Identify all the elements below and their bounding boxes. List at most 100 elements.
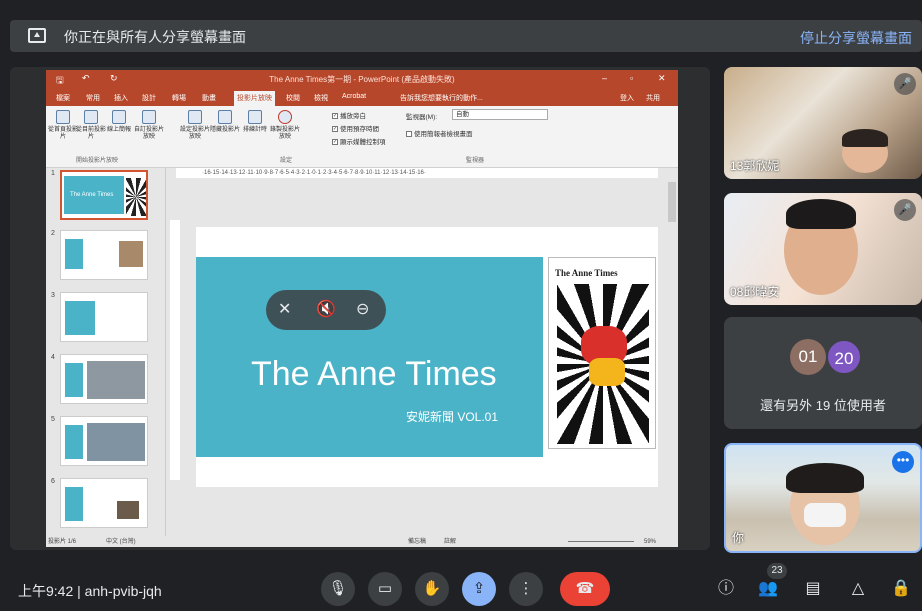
vertical-scrollbar[interactable] — [666, 168, 678, 536]
ppt-status-bar: 投影片 1/6 中文 (台灣) 備忘稿 註解 59% — [46, 537, 678, 547]
leave-call-button[interactable]: ☎ — [560, 572, 610, 606]
activities-button[interactable]: △ — [845, 576, 871, 602]
ribbon-tab[interactable]: 常用 — [86, 93, 100, 103]
group-label-setup: 設定 — [280, 158, 293, 164]
from-beginning-button[interactable]: 從首頁投影片 — [48, 110, 78, 140]
monitor-select[interactable]: 自動 — [452, 109, 548, 120]
checkbox-media-controls[interactable]: ✓ 顯示媒體控制項 — [332, 136, 386, 146]
mic-off-icon: 🎤 — [894, 73, 916, 95]
more-options-button[interactable]: ⋮ — [509, 572, 543, 606]
microphone-icon: 🎙 — [328, 580, 348, 597]
slide-thumb-6[interactable] — [60, 478, 148, 528]
lock-icon: 🔒 — [891, 580, 911, 597]
ribbon-tab[interactable]: 投影片放映 — [234, 91, 275, 106]
slide-thumbnails: 1 The Anne Times 2 3 4 5 6 — [46, 168, 166, 536]
host-controls-button[interactable]: 🔒 — [888, 576, 914, 602]
face-mask — [804, 503, 846, 527]
presentation-banner: 你正在與所有人分享螢幕畫面 停止分享螢幕畫面 — [10, 20, 922, 52]
tell-me-search[interactable]: 告訴我您想要執行的動作... — [400, 93, 483, 103]
ribbon-tab[interactable]: 動畫 — [202, 93, 216, 103]
present-button[interactable]: ⇪ — [462, 572, 496, 606]
slide-thumb-4[interactable] — [60, 354, 148, 404]
ribbon-tab[interactable]: 設計 — [142, 93, 156, 103]
hand-icon: ✋ — [422, 580, 442, 597]
ribbon-tab[interactable]: 插入 — [114, 93, 128, 103]
custom-slideshow-button[interactable]: 自訂投影片放映 — [134, 110, 164, 140]
ribbon-tab[interactable]: 轉場 — [172, 93, 186, 103]
cover-title: The Anne Times — [555, 268, 618, 278]
hide-slide-button[interactable]: 隱藏投影片 — [210, 110, 240, 140]
avatar: 01 — [790, 339, 826, 375]
avatar: 20 — [826, 339, 862, 375]
comments-button[interactable]: 註解 — [444, 537, 456, 547]
participant-name: 08邱暐安 — [730, 285, 780, 299]
sign-in-link[interactable]: 登入 — [620, 93, 634, 103]
self-view-tile[interactable]: ••• 你 — [724, 443, 922, 553]
slide-thumb-1[interactable]: The Anne Times — [60, 170, 148, 220]
cover-figure-yellow — [589, 358, 625, 386]
rehearse-timings-button[interactable]: 排練計時 — [242, 110, 268, 140]
ribbon-tab[interactable]: 檢視 — [314, 93, 328, 103]
custom-icon — [142, 110, 156, 124]
raise-hand-button[interactable]: ✋ — [415, 572, 449, 606]
people-button[interactable]: 👥 — [755, 576, 781, 602]
slide-title: The Anne Times — [251, 355, 497, 393]
zoom-slider[interactable] — [568, 541, 634, 542]
slide-count: 投影片 1/6 — [48, 539, 77, 545]
close-icon[interactable]: ✕ — [658, 73, 666, 84]
slideshow-icon — [56, 110, 70, 124]
slide-thumb-3[interactable] — [60, 292, 148, 342]
mic-off-icon: 🎤 — [894, 199, 916, 221]
more-participants-label: 還有另外 19 位使用者 — [760, 398, 886, 413]
pin-off-icon[interactable]: ✕ — [278, 299, 291, 319]
remove-icon[interactable]: ⊖ — [356, 299, 369, 319]
from-current-button[interactable]: 從目前投影片 — [76, 110, 106, 140]
ribbon-tab[interactable]: Acrobat — [342, 93, 366, 100]
slide-thumb-5[interactable] — [60, 416, 148, 466]
meeting-code: anh-pvib-jqh — [84, 583, 162, 599]
setup-icon — [188, 110, 202, 124]
online-icon — [112, 110, 126, 124]
meeting-details-button[interactable]: ⓘ — [713, 576, 739, 602]
participant-hair — [786, 463, 864, 493]
slide-subtitle: 安妮新聞 VOL.01 — [406, 410, 499, 424]
group-label-start: 開始投影片放映 — [76, 158, 119, 164]
checkbox-timings[interactable]: ✓ 使用預存時間 — [332, 123, 379, 133]
stop-sharing-button[interactable]: 停止分享螢幕畫面 — [800, 28, 912, 48]
maximize-icon[interactable]: ▫ — [630, 73, 633, 83]
present-icon: ⇪ — [472, 580, 486, 597]
horizontal-ruler: ·16·15·14·13·12·11·10·9·8·7·6·5·4·3·2·1·… — [176, 168, 658, 178]
online-present-button[interactable]: 線上簡報 — [106, 110, 132, 140]
participant-tile[interactable]: 🎤 08邱暐安 — [724, 193, 922, 305]
ppt-ribbon: 從首頁投影片 從目前投影片 線上簡報 自訂投影片放映 開始投影片放映 設定投影片… — [46, 106, 678, 168]
slideshow-icon — [84, 110, 98, 124]
minimize-icon[interactable]: – — [602, 73, 607, 83]
presentation-hover-controls: ✕ 🔇 ⊖ — [266, 290, 386, 330]
share-button[interactable]: 共用 — [646, 93, 660, 103]
participant-tile[interactable]: 🎤 13郭欣妮 — [724, 67, 922, 179]
record-slideshow-button[interactable]: 錄製投影片放映 — [270, 110, 300, 140]
clock: 上午9:42 — [18, 583, 74, 599]
newspaper-cover-image: The Anne Times — [548, 257, 656, 449]
mute-icon[interactable]: 🔇 — [316, 299, 336, 319]
chat-button[interactable]: ▤ — [800, 576, 826, 602]
vertical-ruler — [170, 220, 180, 480]
sharing-message: 你正在與所有人分享螢幕畫面 — [64, 29, 246, 45]
camera-icon: ▭ — [377, 580, 393, 597]
current-slide[interactable]: The Anne Times 安妮新聞 VOL.01 The Anne Time… — [196, 227, 658, 487]
slide-thumb-2[interactable] — [60, 230, 148, 280]
ribbon-tab[interactable]: 檔案 — [56, 93, 70, 103]
microphone-button[interactable]: 🎙 — [321, 572, 355, 606]
checkbox-narration[interactable]: ✓ 播放旁白 — [332, 110, 366, 120]
checkbox-presenter-view[interactable]: 使用簡報者檢視畫面 — [406, 128, 473, 138]
setup-slideshow-button[interactable]: 設定投影片放映 — [180, 110, 210, 140]
ribbon-tab[interactable]: 校閱 — [286, 93, 300, 103]
ppt-title-bar: 🖫 ↶ ↻ The Anne Times第一期 - PowerPoint (產品… — [46, 70, 678, 90]
more-options-icon[interactable]: ••• — [892, 451, 914, 473]
camera-button[interactable]: ▭ — [368, 572, 402, 606]
more-participants-tile[interactable]: 01 20 還有另外 19 位使用者 — [724, 317, 922, 429]
ppt-ribbon-tabs: 檔案 常用 插入 設計 轉場 動畫 投影片放映 校閱 檢視 Acrobat 告訴我您想要執行的動作.… — [46, 90, 678, 106]
record-icon — [278, 110, 292, 124]
notes-button[interactable]: 備忘稿 — [408, 537, 426, 547]
hide-icon — [218, 110, 232, 124]
